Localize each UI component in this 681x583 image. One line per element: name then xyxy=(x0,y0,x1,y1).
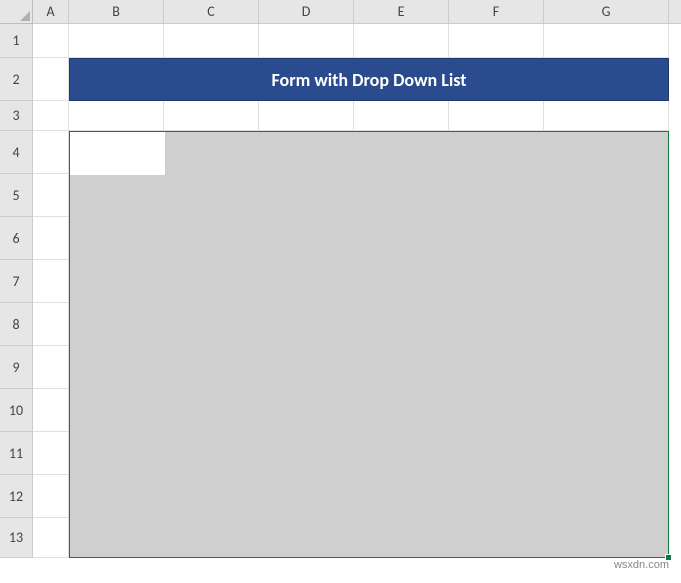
cell-D3[interactable] xyxy=(259,101,354,131)
row-header-7[interactable]: 7 xyxy=(0,260,33,303)
cell-A7[interactable] xyxy=(33,260,69,303)
row-header-4[interactable]: 4 xyxy=(0,131,33,174)
col-header-C[interactable]: C xyxy=(164,0,259,24)
cell-B1[interactable] xyxy=(69,24,164,58)
row-3: 3 xyxy=(0,101,681,131)
watermark: wsxdn.com xyxy=(614,559,669,571)
cell-A5[interactable] xyxy=(33,174,69,217)
cell-A6[interactable] xyxy=(33,217,69,260)
row-header-10[interactable]: 10 xyxy=(0,389,33,432)
cell-B3[interactable] xyxy=(69,101,164,131)
cell-A9[interactable] xyxy=(33,346,69,389)
cell-A10[interactable] xyxy=(33,389,69,432)
cell-A2[interactable] xyxy=(33,58,69,101)
col-header-F[interactable]: F xyxy=(449,0,544,24)
cell-A12[interactable] xyxy=(33,475,69,518)
cell-A3[interactable] xyxy=(33,101,69,131)
row-header-8[interactable]: 8 xyxy=(0,303,33,346)
cell-C1[interactable] xyxy=(164,24,259,58)
cell-C3[interactable] xyxy=(164,101,259,131)
active-cell[interactable] xyxy=(70,132,165,175)
col-header-D[interactable]: D xyxy=(259,0,354,24)
col-header-B[interactable]: B xyxy=(69,0,164,24)
row-header-6[interactable]: 6 xyxy=(0,217,33,260)
cell-G3[interactable] xyxy=(544,101,669,131)
column-headers-row: A B C D E F G xyxy=(0,0,681,24)
cell-A8[interactable] xyxy=(33,303,69,346)
col-header-G[interactable]: G xyxy=(544,0,669,24)
row-header-3[interactable]: 3 xyxy=(0,101,33,131)
cell-F3[interactable] xyxy=(449,101,544,131)
cell-F1[interactable] xyxy=(449,24,544,58)
col-header-A[interactable]: A xyxy=(33,0,69,24)
select-all-icon xyxy=(20,11,30,21)
cell-A4[interactable] xyxy=(33,131,69,174)
cell-D1[interactable] xyxy=(259,24,354,58)
cell-A13[interactable] xyxy=(33,518,69,558)
cell-E1[interactable] xyxy=(354,24,449,58)
cell-G1[interactable] xyxy=(544,24,669,58)
cell-E3[interactable] xyxy=(354,101,449,131)
cell-A1[interactable] xyxy=(33,24,69,58)
row-header-13[interactable]: 13 xyxy=(0,518,33,558)
selection-range[interactable] xyxy=(69,131,669,558)
cell-A11[interactable] xyxy=(33,432,69,475)
row-header-1[interactable]: 1 xyxy=(0,24,33,58)
title-banner[interactable]: Form with Drop Down List xyxy=(69,58,669,101)
row-header-9[interactable]: 9 xyxy=(0,346,33,389)
select-all-corner[interactable] xyxy=(0,0,33,24)
row-header-2[interactable]: 2 xyxy=(0,58,33,101)
spreadsheet-grid: A B C D E F G 1 2 3 4 xyxy=(0,0,681,583)
col-header-E[interactable]: E xyxy=(354,0,449,24)
row-1: 1 xyxy=(0,24,681,58)
row-header-5[interactable]: 5 xyxy=(0,174,33,217)
row-header-12[interactable]: 12 xyxy=(0,475,33,518)
row-header-11[interactable]: 11 xyxy=(0,432,33,475)
